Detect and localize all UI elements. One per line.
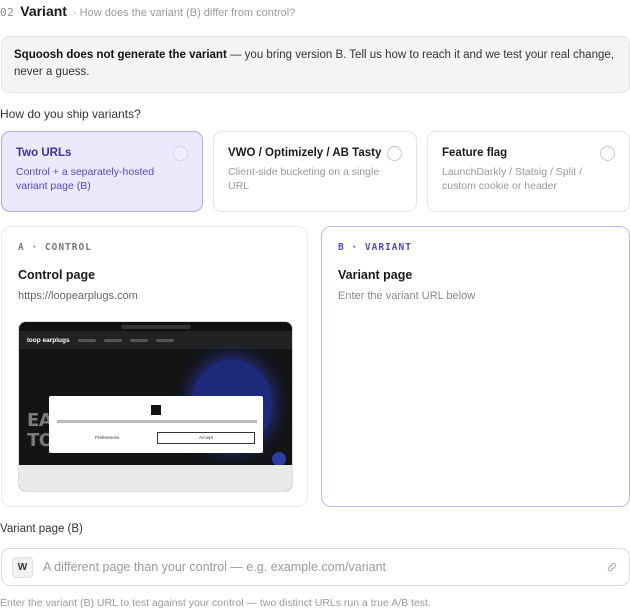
- link-icon[interactable]: [605, 560, 619, 574]
- radio-icon[interactable]: [387, 146, 402, 161]
- favicon-icon: W: [12, 556, 33, 578]
- option-title: Feature flag: [442, 147, 508, 159]
- variant-field-label: Variant page (B): [0, 523, 83, 535]
- option-desc: Client-side bucketing on a single URL: [228, 166, 380, 192]
- option-two-urls[interactable]: Two URLs Control + a separately-hosted v…: [1, 131, 203, 212]
- variant-title: Variant page: [338, 268, 413, 282]
- radio-icon[interactable]: [600, 146, 615, 161]
- thumb-accept: Accept: [157, 432, 255, 444]
- notice-bold: Squoosh does not generate the variant: [14, 49, 227, 61]
- variant-url-field: W: [1, 548, 630, 586]
- variant-card: B · VARIANT Variant page Enter the varia…: [321, 226, 630, 507]
- radio-icon[interactable]: [173, 146, 188, 161]
- variant-helper-text: Enter the variant (B) URL to test agains…: [0, 597, 431, 609]
- control-tag: A · CONTROL: [18, 242, 92, 253]
- option-desc: Control + a separately-hosted variant pa…: [16, 166, 155, 192]
- thumb-logo: loop earplugs: [27, 336, 70, 344]
- ship-question: How do you ship variants?: [0, 107, 141, 121]
- variant-url-input[interactable]: [43, 560, 605, 574]
- control-url: https://loopearplugs.com: [18, 290, 138, 302]
- option-desc: LaunchDarkly / Statsig / Split / custom …: [442, 166, 583, 192]
- control-card: A · CONTROL Control page https://loopear…: [1, 226, 308, 507]
- option-title: VWO / Optimizely / AB Tasty: [228, 147, 382, 159]
- control-title: Control page: [18, 268, 96, 282]
- control-screenshot-thumbnail: loop earplugs EARPLUGS OFTOMORROWLAND Pr…: [18, 321, 293, 492]
- thumb-hero: EARPLUGS OFTOMORROWLAND Preferences Acce…: [19, 349, 292, 467]
- variant-tag: B · VARIANT: [338, 242, 412, 253]
- option-vwo-optimizely[interactable]: VWO / Optimizely / AB Tasty Client-side …: [213, 131, 417, 212]
- info-notice: Squoosh does not generate the variant — …: [1, 36, 630, 93]
- step-title: Variant: [20, 3, 67, 19]
- step-header: 02 Variant · How does the variant (B) di…: [0, 3, 295, 19]
- thumb-cookie-modal: Preferences Accept: [49, 396, 263, 453]
- step-number: 02: [0, 6, 15, 19]
- variant-hint: Enter the variant URL below: [338, 290, 476, 302]
- step-subtitle: · How does the variant (B) differ from c…: [72, 7, 296, 19]
- option-title: Two URLs: [16, 147, 72, 159]
- thumb-preferences: Preferences: [95, 435, 120, 440]
- option-feature-flag[interactable]: Feature flag LaunchDarkly / Statsig / Sp…: [427, 131, 630, 212]
